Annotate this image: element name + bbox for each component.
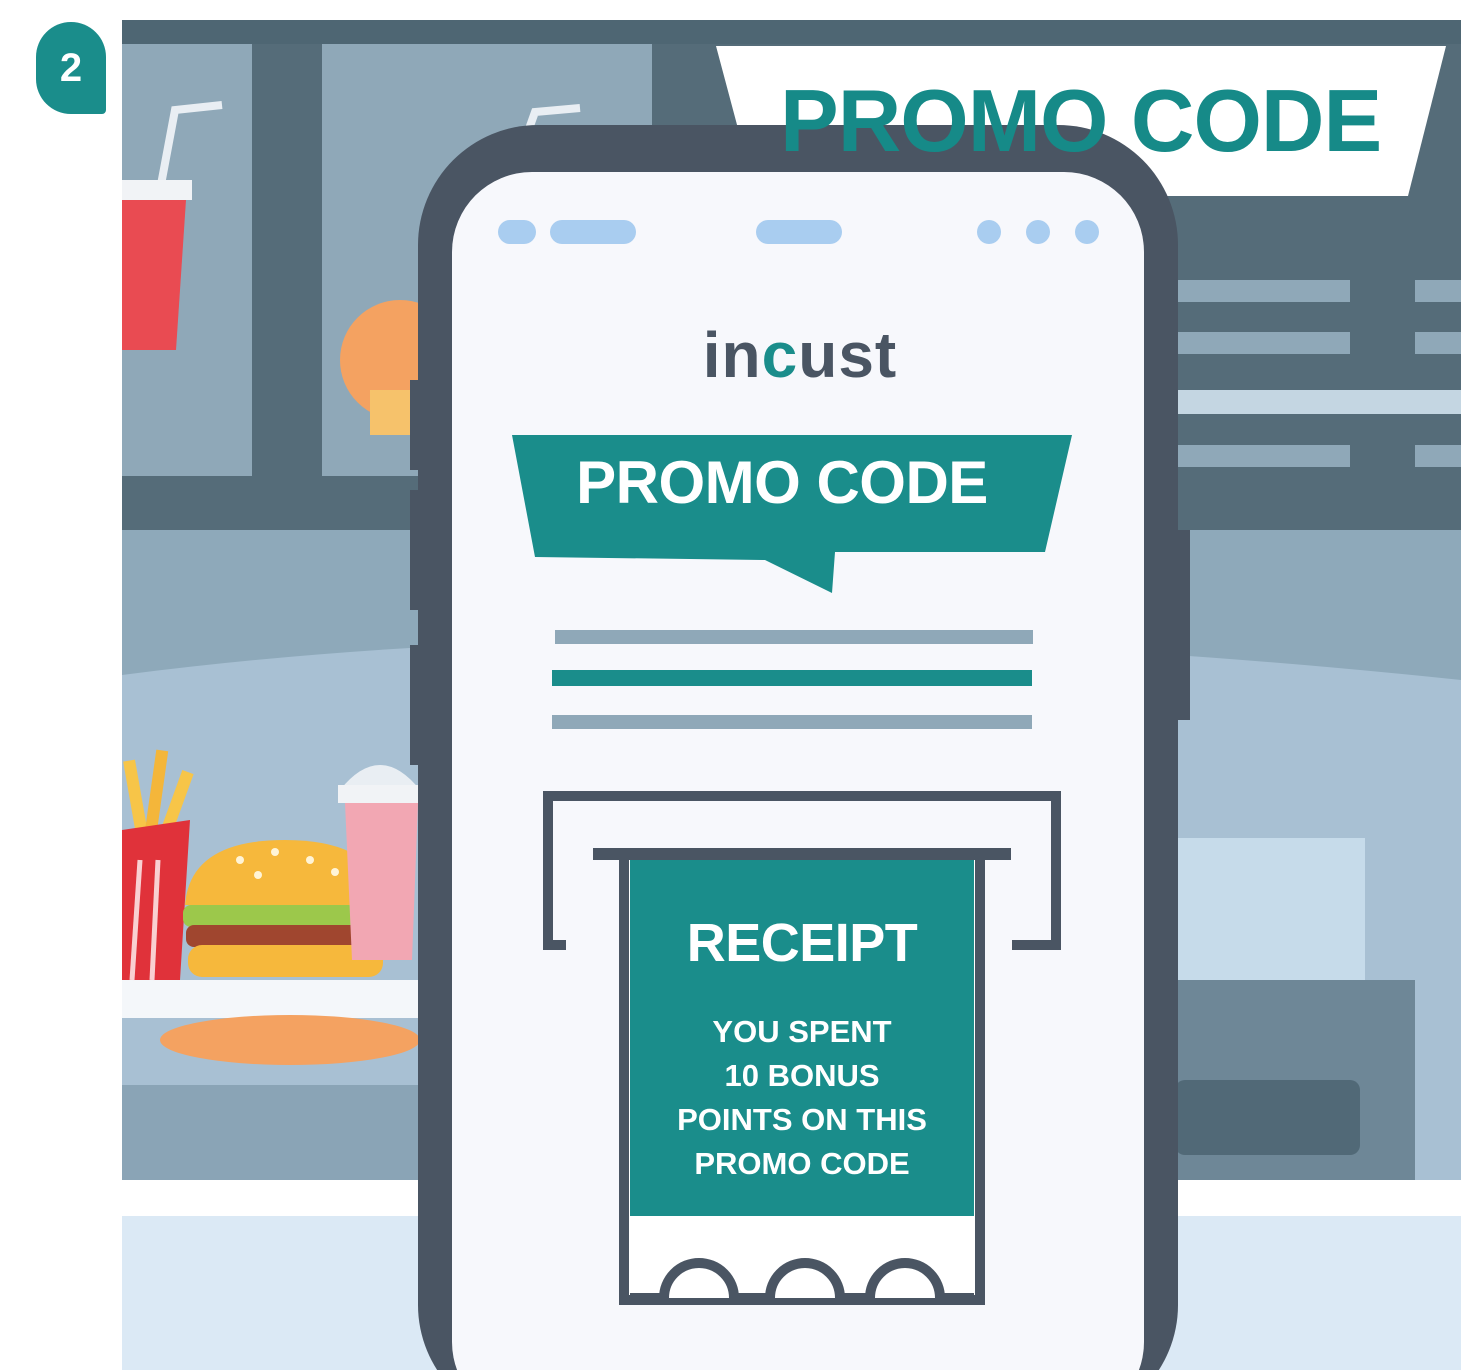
- receipt-title: RECEIPT: [686, 913, 918, 973]
- receipt-line: POINTS ON THIS: [677, 1102, 927, 1137]
- milkshake-graphic: [338, 765, 423, 960]
- receipt-line: PROMO CODE: [694, 1146, 910, 1181]
- logo-prefix: in: [702, 319, 762, 391]
- step-number: 2: [59, 45, 83, 90]
- receipt-line: 10 BONUS: [724, 1058, 880, 1093]
- receipt-line: YOU SPENT: [712, 1014, 892, 1049]
- logo-suffix: ust: [798, 319, 898, 391]
- food-shelf: [122, 980, 442, 1018]
- wall-top-band: [122, 20, 1461, 44]
- logo-c-icon: c: [761, 319, 799, 391]
- store-sign-text: PROMO CODE: [780, 71, 1382, 170]
- promo-code-banner: PROMO CODE: [576, 449, 988, 516]
- step-number-badge: 2: [36, 22, 106, 114]
- receipt-message: YOU SPENT 10 BONUS POINTS ON THIS PROMO …: [630, 1010, 974, 1186]
- incust-logo: incust: [600, 318, 1000, 392]
